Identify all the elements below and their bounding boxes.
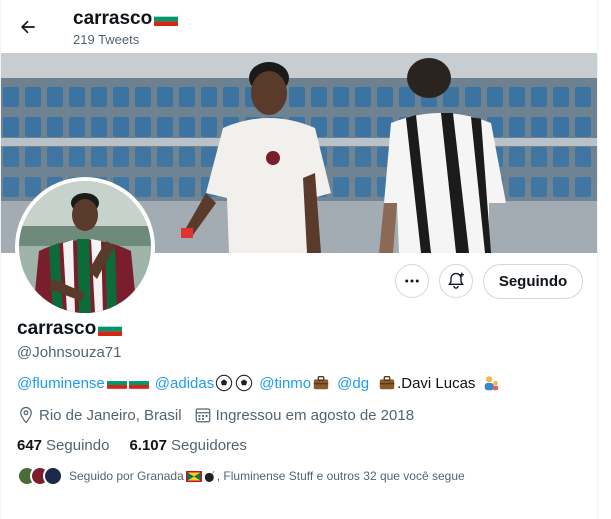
- mention-link[interactable]: @tinmo: [259, 375, 311, 392]
- avatar-photo: [19, 181, 151, 313]
- soccer-ball-icon: [216, 374, 233, 392]
- profile-bio: @fluminense @adidas @tinmo @dg .Davi Luc…: [17, 374, 501, 392]
- location-icon: [20, 406, 32, 424]
- profile-name: carrasco: [17, 318, 123, 340]
- more-icon: [405, 279, 419, 283]
- more-button[interactable]: [395, 264, 429, 298]
- bell-add-icon: [448, 272, 464, 289]
- top-bar: carrasco 219 Tweets: [1, 0, 597, 53]
- following-label: Seguindo: [46, 437, 110, 454]
- location-text: Rio de Janeiro, Brasil: [39, 406, 182, 424]
- following-count: 647: [17, 437, 43, 454]
- followers-link[interactable]: 6.107 Seguidores: [129, 437, 246, 454]
- calendar-icon: [195, 408, 210, 423]
- join-date: Ingressou em agosto de 2018: [194, 406, 414, 424]
- profile-avatar[interactable]: [15, 177, 155, 317]
- followed-by-suffix: , Fluminense Stuff e outros 32 que você …: [216, 469, 465, 483]
- grenada-flag-icon: [185, 470, 202, 482]
- bomb-icon: [204, 470, 215, 482]
- mention-link[interactable]: @dg: [337, 375, 369, 392]
- location: Rio de Janeiro, Brasil: [17, 406, 182, 424]
- header-title: carrasco: [73, 8, 179, 30]
- avatar: [43, 466, 63, 486]
- follower-avatars: [17, 466, 63, 486]
- display-name: carrasco: [17, 318, 97, 339]
- back-arrow-icon: [20, 20, 35, 34]
- soccer-ball-icon: [236, 374, 253, 392]
- bulgaria-flag-icon: [106, 377, 127, 389]
- bio-text: .Davi Lucas: [397, 374, 476, 392]
- bulgaria-flag-icon: [98, 322, 123, 336]
- back-button[interactable]: [13, 12, 43, 42]
- followers-count: 6.107: [129, 437, 167, 454]
- mention-link[interactable]: @fluminense: [17, 375, 105, 392]
- follow-stats: 647 Seguindo 6.107 Seguidores: [17, 437, 267, 454]
- tweet-count: 219 Tweets: [73, 32, 140, 47]
- followed-by-prefix: Seguido por Granada: [69, 469, 184, 483]
- followed-by[interactable]: Seguido por Granada , Fluminense Stuff e…: [17, 466, 465, 486]
- following-link[interactable]: 647 Seguindo: [17, 437, 109, 454]
- bulgaria-flag-icon: [154, 12, 179, 26]
- profile-meta: Rio de Janeiro, Brasil Ingressou em agos…: [17, 406, 426, 424]
- parent-child-icon: [485, 376, 499, 391]
- briefcase-icon: [313, 376, 329, 390]
- join-date-text: Ingressou em agosto de 2018: [215, 406, 415, 424]
- bulgaria-flag-icon: [128, 377, 149, 389]
- followers-label: Seguidores: [170, 437, 247, 454]
- notifications-button[interactable]: [439, 264, 473, 298]
- following-button[interactable]: Seguindo: [483, 264, 583, 299]
- profile-frame: carrasco 219 Tweets Seguindo carrasco @J…: [0, 0, 598, 519]
- header-name: carrasco: [73, 8, 153, 29]
- briefcase-icon: [379, 376, 395, 390]
- mention-link[interactable]: @adidas: [155, 375, 214, 392]
- profile-handle: @Johnsouza71: [17, 344, 122, 361]
